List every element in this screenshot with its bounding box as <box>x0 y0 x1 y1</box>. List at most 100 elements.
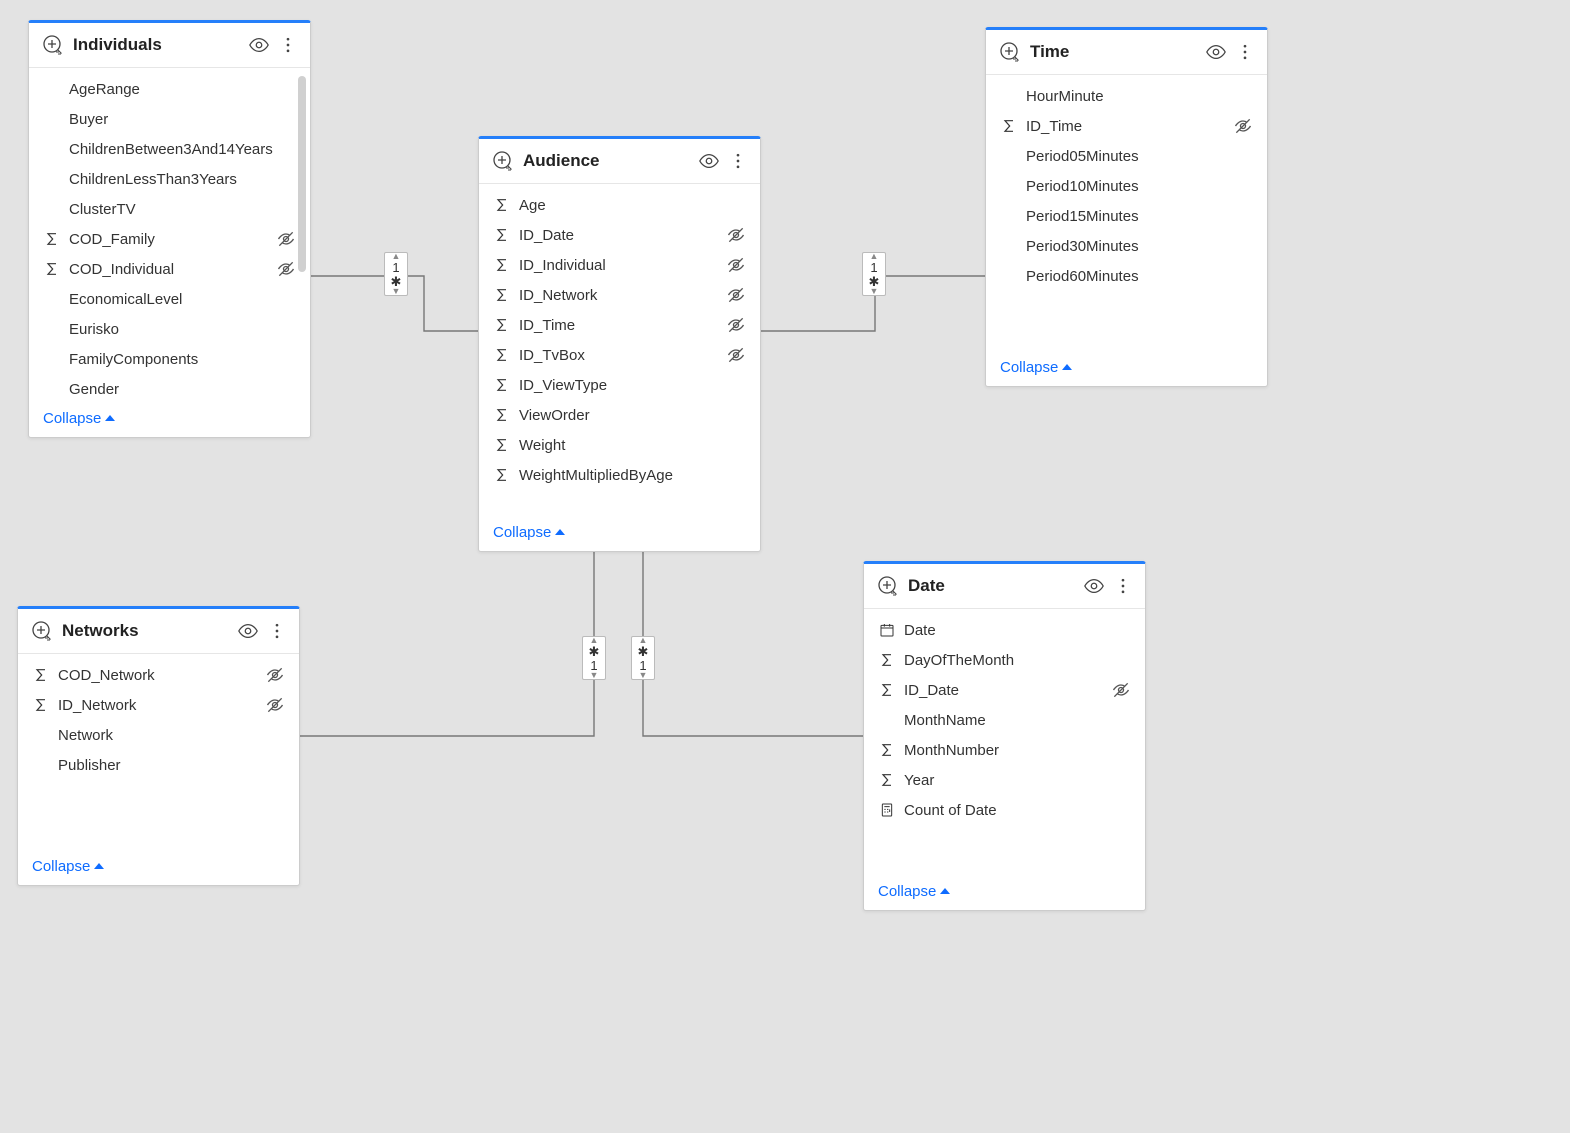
visibility-icon[interactable] <box>237 620 259 642</box>
field-label: ViewOrder <box>519 407 746 424</box>
chevron-up-icon <box>1062 364 1072 370</box>
spacer <box>43 140 61 158</box>
field-row[interactable]: ID_Individual <box>479 250 760 280</box>
field-label: ID_Date <box>904 682 1103 699</box>
field-row[interactable]: ClusterTV <box>29 194 310 224</box>
field-row[interactable]: Network <box>18 720 299 750</box>
field-row[interactable]: Buyer <box>29 104 310 134</box>
field-row[interactable]: WeightMultipliedByAge <box>479 460 760 490</box>
spacer <box>43 320 61 338</box>
more-icon[interactable] <box>278 35 298 55</box>
more-icon[interactable] <box>1113 576 1133 596</box>
field-row[interactable]: Weight <box>479 430 760 460</box>
field-row[interactable]: Period10Minutes <box>986 171 1267 201</box>
field-row[interactable]: Date <box>864 615 1145 645</box>
field-label: MonthNumber <box>904 742 1131 759</box>
visibility-icon[interactable] <box>698 150 720 172</box>
field-label: Year <box>904 772 1131 789</box>
visibility-icon[interactable] <box>1205 41 1227 63</box>
collapse-button[interactable]: Collapse <box>29 400 310 437</box>
scrollbar[interactable] <box>298 76 306 272</box>
table-card-time[interactable]: TimeHourMinuteID_TimePeriod05MinutesPeri… <box>985 27 1268 387</box>
field-row[interactable]: ID_Time <box>479 310 760 340</box>
table-card-networks[interactable]: Networks COD_Network ID_Network NetworkPubl… <box>17 606 300 886</box>
field-row[interactable]: Age <box>479 190 760 220</box>
spacer <box>43 110 61 128</box>
field-row[interactable]: Count of Date <box>864 795 1145 825</box>
field-row[interactable]: DayOfTheMonth <box>864 645 1145 675</box>
table-icon <box>998 40 1022 64</box>
table-header[interactable]: Audience <box>479 139 760 184</box>
field-row[interactable]: COD_Network <box>18 660 299 690</box>
hidden-icon <box>276 259 296 279</box>
table-card-audience[interactable]: Audience Age ID_Date ID_IndividualID_Networ… <box>478 136 761 552</box>
field-row[interactable]: ID_TvBox <box>479 340 760 370</box>
table-card-date[interactable]: DateDateDayOfTheMonthID_DateMonthNameMon… <box>863 561 1146 911</box>
field-row[interactable]: ID_Network <box>18 690 299 720</box>
collapse-button[interactable]: Collapse <box>479 514 760 551</box>
field-label: ID_Network <box>58 697 257 714</box>
field-label: Count of Date <box>904 802 1131 819</box>
field-row[interactable]: ChildrenBetween3And14Years <box>29 134 310 164</box>
field-row[interactable]: Eurisko <box>29 314 310 344</box>
more-icon[interactable] <box>728 151 748 171</box>
field-row[interactable]: COD_Individual <box>29 254 310 284</box>
spacer <box>43 200 61 218</box>
field-label: Gender <box>69 381 296 398</box>
table-header[interactable]: Time <box>986 30 1267 75</box>
visibility-icon[interactable] <box>248 34 270 56</box>
field-row[interactable]: ViewOrder <box>479 400 760 430</box>
field-row[interactable]: COD_Family <box>29 224 310 254</box>
field-label: Period30Minutes <box>1026 238 1253 255</box>
visibility-icon[interactable] <box>1083 575 1105 597</box>
field-row[interactable]: ChildrenLessThan3Years <box>29 164 310 194</box>
field-row[interactable]: Publisher <box>18 750 299 780</box>
field-row[interactable]: AgeRange <box>29 74 310 104</box>
collapse-button[interactable]: Collapse <box>986 349 1267 386</box>
field-row[interactable]: Period05Minutes <box>986 141 1267 171</box>
sigma-icon <box>493 226 511 244</box>
field-label: WeightMultipliedByAge <box>519 467 746 484</box>
table-body: DateDayOfTheMonth ID_Date MonthName MonthNu… <box>864 609 1145 873</box>
relationship-cardinality-individuals-audience: ▲1✱▼ <box>384 252 408 296</box>
collapse-label: Collapse <box>32 858 90 875</box>
field-label: ID_Date <box>519 227 718 244</box>
field-label: COD_Network <box>58 667 257 684</box>
field-row[interactable]: Year <box>864 765 1145 795</box>
table-header[interactable]: Individuals <box>29 23 310 68</box>
field-row[interactable]: ID_Date <box>864 675 1145 705</box>
field-row[interactable]: HourMinute <box>986 81 1267 111</box>
field-row[interactable]: MonthName <box>864 705 1145 735</box>
field-row[interactable]: ID_Network <box>479 280 760 310</box>
more-icon[interactable] <box>1235 42 1255 62</box>
field-row[interactable]: Period15Minutes <box>986 201 1267 231</box>
field-row[interactable]: ID_ViewType <box>479 370 760 400</box>
collapse-button[interactable]: Collapse <box>864 873 1145 910</box>
table-body: AgeRangeBuyer ChildrenBetween3And14Years C… <box>29 68 310 400</box>
field-label: ChildrenBetween3And14Years <box>69 141 296 158</box>
table-header[interactable]: Networks <box>18 609 299 654</box>
field-row[interactable]: Period30Minutes <box>986 231 1267 261</box>
spacer <box>1000 267 1018 285</box>
spacer <box>43 80 61 98</box>
spacer <box>878 711 896 729</box>
field-row[interactable]: Gender <box>29 374 310 400</box>
spacer <box>1000 147 1018 165</box>
table-header[interactable]: Date <box>864 564 1145 609</box>
field-row[interactable]: Period60Minutes <box>986 261 1267 291</box>
field-row[interactable]: ID_Date <box>479 220 760 250</box>
field-row[interactable]: EconomicalLevel <box>29 284 310 314</box>
sigma-icon <box>493 466 511 484</box>
spacer <box>1000 87 1018 105</box>
field-row[interactable]: FamilyComponents <box>29 344 310 374</box>
field-row[interactable]: ID_Time <box>986 111 1267 141</box>
spacer <box>32 726 50 744</box>
sigma-icon <box>43 230 61 248</box>
more-icon[interactable] <box>267 621 287 641</box>
collapse-button[interactable]: Collapse <box>18 848 299 885</box>
chevron-up-icon <box>555 529 565 535</box>
field-row[interactable]: MonthNumber <box>864 735 1145 765</box>
chevron-up-icon <box>105 415 115 421</box>
table-card-individuals[interactable]: Individuals AgeRangeBuyer ChildrenBetween3… <box>28 20 311 438</box>
sigma-icon <box>878 771 896 789</box>
